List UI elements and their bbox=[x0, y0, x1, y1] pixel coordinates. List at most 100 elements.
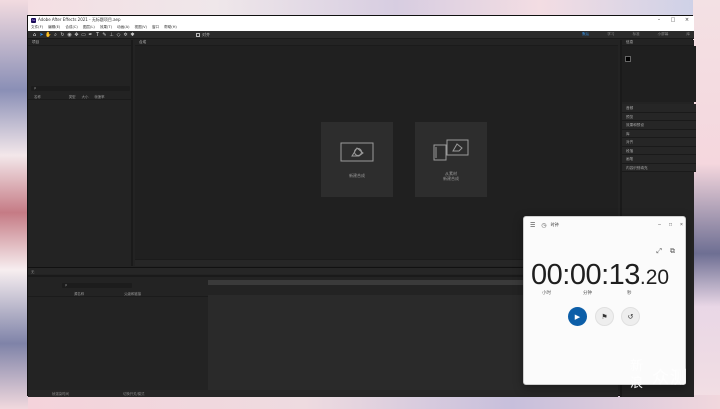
brush-tool-icon[interactable]: ✎ bbox=[101, 32, 108, 38]
new-comp-from-footage-button[interactable]: 从素材 新建合成 bbox=[415, 122, 487, 197]
clock-close-button[interactable]: × bbox=[676, 222, 687, 228]
unit-seconds: 秒 bbox=[627, 290, 632, 295]
menu-animation[interactable]: 动画(A) bbox=[117, 25, 129, 30]
roto-brush-tool-icon[interactable]: ✲ bbox=[122, 32, 129, 38]
panel-content-aware-fill[interactable]: 内容识别填充 bbox=[622, 163, 696, 172]
zoom-tool-icon[interactable]: ⌕ bbox=[52, 32, 59, 38]
window-title: Adobe After Effects 2021 - 无标题项目.aep bbox=[38, 17, 121, 22]
composition-panel-title[interactable]: 合成 bbox=[139, 40, 146, 45]
start-button[interactable]: ▶ bbox=[568, 307, 587, 326]
puppet-tool-icon[interactable]: ✱ bbox=[129, 32, 136, 38]
col-type[interactable]: 类型 bbox=[69, 94, 76, 99]
col-parent-link[interactable]: 父级和链接 bbox=[124, 291, 141, 296]
workspace-learn[interactable]: 学习 bbox=[607, 32, 614, 37]
wallpaper-left bbox=[0, 0, 28, 409]
hand-tool-icon[interactable]: ✋ bbox=[45, 32, 52, 38]
home-icon[interactable]: ⌂ bbox=[31, 32, 38, 38]
panel-paragraph[interactable]: 段落 bbox=[622, 146, 696, 155]
snapping-label: 对齐 bbox=[202, 31, 210, 37]
menu-composition[interactable]: 合成(C) bbox=[65, 25, 78, 30]
workspace-switcher: 默认 学习 标准 小屏幕 库 bbox=[564, 32, 694, 37]
new-composition-button[interactable]: 新建合成 bbox=[321, 122, 393, 197]
reset-button[interactable]: ↺ bbox=[621, 307, 640, 326]
menu-view[interactable]: 视图(V) bbox=[134, 25, 146, 30]
workspace-default[interactable]: 默认 bbox=[582, 32, 589, 37]
menu-window[interactable]: 窗口 bbox=[152, 25, 159, 30]
wallpaper-bottom bbox=[28, 395, 720, 409]
menu-effect[interactable]: 效果(T) bbox=[100, 25, 112, 30]
eraser-tool-icon[interactable]: ◇ bbox=[115, 32, 122, 38]
clock-title: 时钟 bbox=[550, 222, 559, 227]
close-button[interactable]: × bbox=[680, 17, 694, 23]
maximize-button[interactable]: □ bbox=[666, 17, 680, 23]
snapping-checkbox[interactable] bbox=[196, 32, 200, 37]
project-panel: 项目 ρ 名称 类型 大小 帧速率 bbox=[28, 40, 133, 266]
panel-effects-presets[interactable]: 效果和预设 bbox=[622, 121, 696, 130]
wallpaper-right bbox=[693, 0, 720, 409]
new-composition-label: 新建合成 bbox=[349, 173, 365, 178]
hamburger-menu-icon[interactable]: ☰ bbox=[530, 222, 535, 229]
panel-audio[interactable]: 音频 bbox=[622, 104, 696, 113]
timeline-columns: 源名称 父级和链接 bbox=[28, 291, 208, 297]
window-controls: – □ × bbox=[652, 17, 694, 23]
info-readout bbox=[622, 46, 696, 102]
workspace-libraries[interactable]: 库 bbox=[686, 32, 690, 37]
snapping-toggle[interactable]: 对齐 bbox=[196, 32, 210, 38]
project-panel-title[interactable]: 项目 bbox=[32, 40, 39, 45]
rectangle-tool-icon[interactable]: ▭ bbox=[80, 32, 87, 38]
col-source-name[interactable]: 源名称 bbox=[74, 291, 84, 296]
col-name[interactable]: 名称 bbox=[34, 94, 41, 99]
sina-watermark: 新 浪 众测 bbox=[630, 358, 710, 396]
ae-logo-icon: Ae bbox=[31, 17, 36, 23]
unit-hours: 小时 bbox=[542, 290, 551, 295]
toggle-switches-modes[interactable]: 切换开关/模式 bbox=[123, 391, 145, 396]
clock-window-controls: – □ × bbox=[654, 222, 687, 228]
clock-minimize-button[interactable]: – bbox=[654, 222, 665, 228]
selection-tool-icon[interactable]: ➤ bbox=[38, 32, 45, 38]
project-columns: 名称 类型 大小 帧速率 bbox=[28, 94, 133, 100]
color-swatch bbox=[625, 56, 631, 62]
info-panel-title[interactable]: 信息 bbox=[626, 40, 633, 45]
panel-align[interactable]: 对齐 bbox=[622, 138, 696, 147]
project-search-input[interactable]: ρ bbox=[31, 86, 130, 91]
play-icon: ▶ bbox=[574, 313, 581, 321]
pan-behind-tool-icon[interactable]: ✥ bbox=[73, 32, 80, 38]
clock-title-bar: ☰ ◷ 时钟 – □ × bbox=[524, 217, 687, 233]
expand-icon[interactable]: ⤢ bbox=[656, 248, 662, 256]
project-panel-header: 项目 bbox=[28, 40, 131, 46]
rotate-tool-icon[interactable]: ↻ bbox=[59, 32, 66, 38]
col-framerate[interactable]: 帧速率 bbox=[94, 94, 104, 99]
menu-layer[interactable]: 图层(L) bbox=[83, 25, 95, 30]
workspace-small-screen[interactable]: 小屏幕 bbox=[658, 32, 669, 37]
stopwatch-units: 小时 分钟 秒 bbox=[524, 290, 687, 298]
workspace-standard[interactable]: 标准 bbox=[632, 32, 639, 37]
tools-bar: ⌂ ➤ ✋ ⌕ ↻ ◉ ✥ ▭ ✒ T ✎ ⊥ ◇ ✲ ✱ 对齐 默认 学习 标… bbox=[28, 31, 694, 39]
panel-preview[interactable]: 预览 bbox=[622, 112, 696, 121]
clock-maximize-button[interactable]: □ bbox=[665, 222, 676, 228]
camera-tool-icon[interactable]: ◉ bbox=[66, 32, 73, 38]
menu-edit[interactable]: 编辑(E) bbox=[48, 25, 60, 30]
clock-app-icon: ◷ bbox=[541, 222, 547, 229]
menu-bar: 文件(F) 编辑(E) 合成(C) 图层(L) 效果(T) 动画(A) 视图(V… bbox=[28, 24, 694, 31]
flag-icon: ⚑ bbox=[601, 313, 608, 321]
menu-file[interactable]: 文件(F) bbox=[31, 25, 43, 30]
pen-tool-icon[interactable]: ✒ bbox=[87, 32, 94, 38]
panel-libraries[interactable]: 库 bbox=[622, 129, 696, 138]
minimize-button[interactable]: – bbox=[652, 17, 666, 23]
new-comp-from-footage-icon bbox=[433, 139, 469, 160]
stopwatch-display: 00:00:13.20 bbox=[531, 259, 681, 293]
clock-view-tools: ⤢ ⧉ bbox=[648, 248, 675, 256]
unit-minutes: 分钟 bbox=[583, 290, 592, 295]
new-comp-from-footage-label-2: 新建合成 bbox=[443, 175, 459, 181]
wallpaper-top bbox=[0, 0, 720, 15]
menu-help[interactable]: 帮助(H) bbox=[164, 25, 177, 30]
timeline-search-input[interactable]: ρ bbox=[62, 283, 132, 288]
reset-icon: ↺ bbox=[627, 313, 634, 321]
lap-button[interactable]: ⚑ bbox=[595, 307, 614, 326]
col-size[interactable]: 大小 bbox=[82, 94, 89, 99]
timeline-tab[interactable]: 无 bbox=[31, 269, 34, 274]
panel-brushes[interactable]: 画笔 bbox=[622, 155, 696, 164]
compact-overlay-icon[interactable]: ⧉ bbox=[670, 248, 675, 256]
type-tool-icon[interactable]: T bbox=[94, 32, 101, 38]
clone-tool-icon[interactable]: ⊥ bbox=[108, 32, 115, 38]
